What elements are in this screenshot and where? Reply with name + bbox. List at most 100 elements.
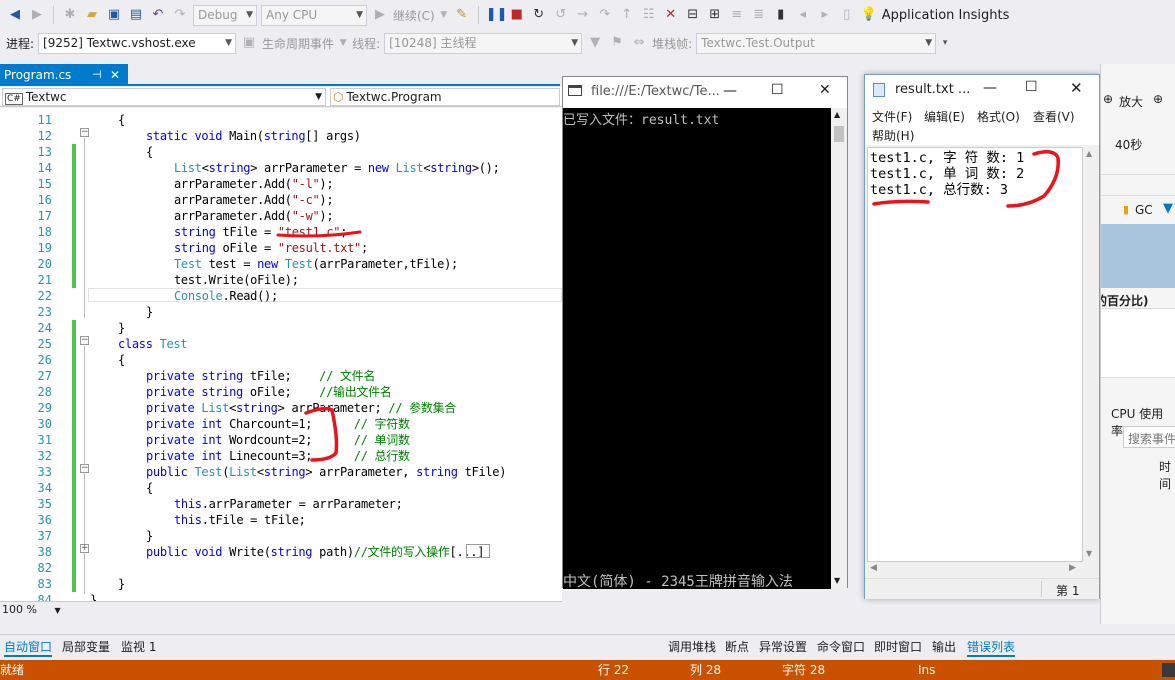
uncomment-icon[interactable]: ≣ — [750, 6, 768, 24]
show-next-statement-icon[interactable]: ↺ — [552, 6, 570, 24]
scroll-thumb[interactable] — [834, 126, 844, 142]
application-insights-button[interactable]: Application Insights — [882, 8, 1010, 23]
menu-view[interactable]: 查看(V) — [1033, 108, 1075, 125]
console-window[interactable]: file:///E:/Textwc/Te... — ☐ ✕ 已写入文件：resu… — [562, 76, 848, 590]
zoom-level[interactable]: 100 % — [2, 603, 37, 616]
process-select[interactable]: [9252] Textwc.vshost.exe ▼ — [38, 32, 237, 54]
tab-call-stack[interactable]: 调用堆栈 — [668, 638, 716, 655]
chevron-down-icon: ▼ — [246, 9, 253, 20]
pause-icon[interactable]: ❚❚ — [486, 6, 508, 24]
menu-edit[interactable]: 编辑(E) — [924, 108, 965, 125]
tab-error-list[interactable]: 错误列表 — [967, 638, 1016, 657]
bookmark-prev-icon[interactable]: ◂ — [794, 6, 812, 24]
zoom-bar: 100 % ▼ — [0, 601, 562, 618]
project-nav-dropdown[interactable]: C# Textwc ▼ — [2, 88, 326, 106]
bookmark-next-icon[interactable]: ▸ — [816, 6, 834, 24]
menu-format[interactable]: 格式(O) — [977, 108, 1020, 125]
thread-icon[interactable]: ⊟ — [684, 6, 702, 24]
scroll-up-icon[interactable]: ▲ — [834, 110, 840, 119]
save-all-icon[interactable]: ▤ — [127, 6, 145, 24]
open-folder-icon[interactable]: ▰ — [83, 6, 101, 24]
tab-output[interactable]: 输出 — [932, 638, 956, 655]
close-button[interactable]: ✕ — [1070, 79, 1083, 97]
ime-status: 中文(简体) - 2345王牌拼音输入法 — [563, 574, 793, 590]
hex-icon[interactable]: ☷ — [640, 6, 658, 24]
minimize-button[interactable]: — — [723, 83, 737, 99]
scroll-down-icon[interactable]: ▼ — [834, 576, 840, 585]
filter-icon[interactable]: ▼ — [586, 34, 604, 52]
redo-icon[interactable]: ↷ — [171, 6, 189, 24]
forward-icon[interactable]: ▶ — [28, 6, 46, 24]
tab-watch-1[interactable]: 监视 1 — [121, 638, 156, 655]
chevron-down-icon[interactable]: ▼ — [54, 606, 60, 615]
zoom-in-label[interactable]: 放大 — [1119, 93, 1143, 110]
stack-frame-select[interactable]: Textwc.Test.Output ▼ — [696, 32, 937, 54]
pin-icon[interactable]: ⊣ — [92, 64, 102, 86]
continue-icon[interactable]: ▶ — [371, 6, 389, 24]
scroll-left-icon[interactable]: ◀ — [870, 563, 877, 573]
breakpoint-disable-icon[interactable]: ✕ — [662, 6, 680, 24]
menu-file[interactable]: 文件(F) — [872, 108, 912, 125]
zoom-in-icon[interactable]: ⊕ — [1103, 92, 1113, 106]
notepad-window[interactable]: result.txt ... — ☐ ✕ 文件(F) 编辑(E) 格式(O) 查… — [864, 74, 1100, 599]
minimize-button[interactable]: — — [983, 80, 997, 96]
red-bracket-mark — [304, 406, 339, 462]
bookmark-icon[interactable]: ▮ — [772, 6, 790, 24]
lifecycle-events-button[interactable]: 生命周期事件 — [262, 35, 334, 52]
code-editor[interactable]: − − − + 11{12 static void Main(string[] a… — [0, 108, 562, 601]
close-button[interactable]: ✕ — [819, 82, 831, 98]
timeline-area — [1101, 174, 1175, 196]
tab-breakpoints[interactable]: 断点 — [725, 638, 749, 655]
console-scrollbar[interactable]: ▲ ▼ — [831, 108, 847, 589]
step-over-icon[interactable]: ↷ — [596, 6, 614, 24]
undo-icon[interactable]: ↶ — [149, 6, 167, 24]
notepad-vertical-scrollbar[interactable]: ▲ ▼ — [1083, 147, 1098, 562]
scroll-down-icon[interactable]: ▼ — [1086, 549, 1092, 558]
time-column-header[interactable]: 时间 — [1159, 458, 1175, 492]
thread-select[interactable]: [10248] 主线程 ▼ — [384, 32, 583, 54]
lifecycle-icon[interactable]: ▣ — [240, 34, 258, 52]
toolbar-overflow-icon[interactable]: ▾ — [940, 34, 950, 52]
continue-button[interactable]: 继续(C) — [393, 7, 435, 24]
chevron-down-icon[interactable]: ▼ — [439, 6, 449, 24]
tasks-icon[interactable]: ⊞ — [706, 6, 724, 24]
menu-help[interactable]: 帮助(H) — [872, 127, 914, 144]
bookmark-clear-icon[interactable]: ▯ — [838, 6, 856, 24]
stop-icon[interactable]: ■ — [508, 6, 526, 24]
type-nav-dropdown[interactable]: ⬡ Textwc.Program — [330, 88, 560, 106]
expand-icon[interactable]: ⇔ — [630, 34, 648, 52]
configuration-select[interactable]: Debug ▼ — [193, 4, 257, 26]
step-out-icon[interactable]: ↑ — [618, 6, 636, 24]
scroll-right-icon[interactable]: ▶ — [1069, 563, 1076, 573]
lightbulb-icon[interactable]: 💡 — [860, 6, 878, 24]
maximize-button[interactable]: ☐ — [1025, 79, 1038, 95]
tab-immediate-window[interactable]: 即时窗口 — [874, 638, 922, 655]
restart-icon[interactable]: ↻ — [530, 6, 548, 24]
tab-locals[interactable]: 局部变量 — [62, 638, 110, 655]
debug-location-toolbar: 进程: [9252] Textwc.vshost.exe ▼ ▣ 生命周期事件 ▼… — [0, 30, 1175, 56]
back-icon[interactable]: ◀ — [6, 6, 24, 24]
tab-program-cs[interactable]: Program.cs ⊣ ✕ — [0, 64, 128, 86]
notepad-horizontal-scrollbar[interactable]: ◀ ▶ — [867, 562, 1083, 577]
search-icon[interactable]: ⊕ — [1153, 92, 1163, 106]
maximize-button[interactable]: ☐ — [771, 82, 784, 98]
notepad-text-area[interactable]: test1.c, 字 符 数: 1 test1.c, 单 词 数: 2 test… — [867, 147, 1083, 562]
gc-filter-icon[interactable]: ▼ — [1163, 201, 1173, 216]
search-events-input[interactable]: 搜索事件 — [1123, 426, 1175, 448]
flag-icon[interactable]: ⚑ — [608, 34, 626, 52]
step-into-icon[interactable]: → — [574, 6, 592, 24]
tab-autos[interactable]: 自动窗口 — [4, 638, 53, 657]
chevron-down-icon[interactable]: ▼ — [338, 34, 348, 52]
tab-exception-settings[interactable]: 异常设置 — [759, 638, 807, 655]
console-output: 已写入文件：result.txt 中文(简体) - 2345王牌拼音输入法 — [563, 108, 831, 590]
comment-icon[interactable]: ≡ — [728, 6, 746, 24]
new-project-icon[interactable]: ✱ — [61, 6, 79, 24]
save-icon[interactable]: ▣ — [105, 6, 123, 24]
attach-icon[interactable]: ✎ — [453, 6, 471, 24]
notification-icon[interactable] — [1162, 663, 1175, 677]
scroll-up-icon[interactable]: ▲ — [1086, 149, 1092, 158]
close-icon[interactable]: ✕ — [110, 64, 120, 86]
tab-command-window[interactable]: 命令窗口 — [817, 638, 865, 655]
platform-select[interactable]: Any CPU ▼ — [261, 4, 367, 26]
memory-graph — [1101, 224, 1175, 288]
